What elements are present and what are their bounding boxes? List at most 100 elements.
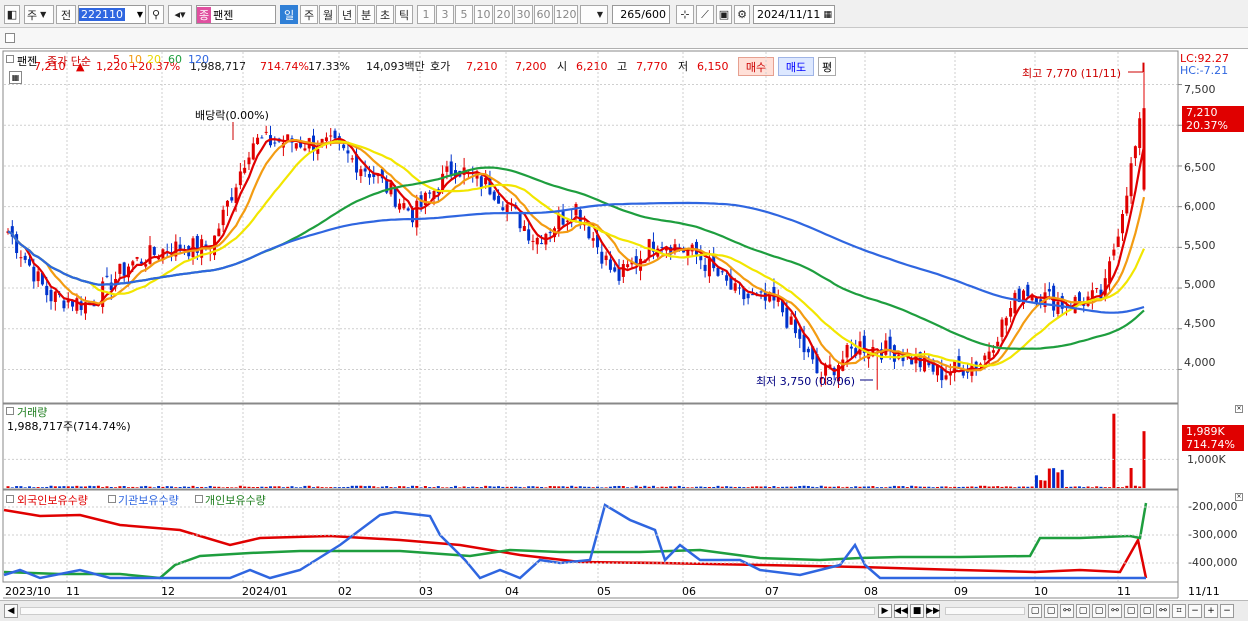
rewind-icon[interactable]: ◀◀ [894, 604, 908, 618]
volume-bar [651, 485, 655, 488]
market-select[interactable]: 주 ▼ [24, 5, 54, 24]
volume-bar [1133, 485, 1137, 488]
minus-icon[interactable]: − [1188, 604, 1202, 618]
volume-bar [393, 487, 397, 488]
interval-5[interactable]: 5 [455, 5, 473, 24]
date-input[interactable]: 2024/11/11 ▦ [753, 5, 835, 24]
candle-body [410, 209, 414, 223]
volume-bar [970, 486, 974, 488]
volume-bar [1030, 486, 1034, 488]
stock-name-field[interactable]: 종 팬젠 [196, 5, 276, 24]
scrollbar-track[interactable] [20, 607, 875, 615]
candle-body [367, 173, 371, 178]
plus-icon[interactable]: + [1204, 604, 1218, 618]
search-icon[interactable]: ⚲ [148, 5, 164, 24]
window-icon[interactable]: ▢ [1028, 604, 1042, 618]
candle-body [294, 143, 298, 149]
candle-body [415, 200, 419, 228]
volume-bar [281, 487, 285, 488]
period-year[interactable]: 년 [338, 5, 356, 24]
draw-line-icon[interactable]: ⟋ [696, 5, 714, 24]
link-icon[interactable]: ⚯ [1108, 604, 1122, 618]
volume-bar [888, 486, 892, 488]
volume-bar [316, 486, 320, 488]
volume-bar [410, 485, 414, 488]
window-icon[interactable]: ▢ [1124, 604, 1138, 618]
link-icon[interactable]: ⚯ [1156, 604, 1170, 618]
volume-bar [454, 485, 458, 488]
count-value: 265 [620, 8, 642, 21]
price-chart[interactable] [0, 50, 1248, 600]
volume-bar [772, 486, 776, 488]
interval-30[interactable]: 30 [514, 5, 533, 24]
interval-3[interactable]: 3 [436, 5, 454, 24]
window-icon[interactable]: ▢ [1140, 604, 1154, 618]
x-label-04: 04 [505, 585, 519, 598]
volume-bar [746, 487, 750, 488]
count-input[interactable]: 265/600 [612, 5, 670, 24]
candle-body [135, 257, 139, 259]
period-second[interactable]: 초 [376, 5, 394, 24]
stop-icon[interactable]: ■ [910, 604, 924, 618]
zoom-track[interactable] [945, 607, 1025, 615]
scroll-left-icon[interactable]: ◀ [4, 604, 18, 618]
scope-button[interactable]: 전 [56, 5, 76, 24]
candle-body [1138, 118, 1142, 148]
volume-bar [144, 485, 148, 488]
candle-body [324, 137, 328, 142]
candle-body [497, 195, 501, 204]
window-icon[interactable]: ▢ [1076, 604, 1090, 618]
link-icon[interactable]: ⚯ [1060, 604, 1074, 618]
period-tick[interactable]: 틱 [395, 5, 413, 24]
volume-bar [466, 487, 470, 488]
scroll-right-icon[interactable]: ▶ [878, 604, 892, 618]
volume-bar [359, 485, 363, 488]
code-input[interactable]: 222110 ▼ [78, 5, 146, 24]
volume-bar [798, 486, 802, 488]
window-icon[interactable]: ▢ [1044, 604, 1058, 618]
volume-bar [75, 485, 79, 488]
period-minute[interactable]: 분 [357, 5, 375, 24]
volume-bar [96, 485, 100, 488]
interval-1[interactable]: 1 [417, 5, 435, 24]
close-icon[interactable]: × [1235, 493, 1243, 501]
volume-bar [669, 486, 673, 488]
speaker-icon[interactable]: ◂▾ [168, 5, 192, 24]
volume-bar [901, 486, 905, 488]
interval-20[interactable]: 20 [494, 5, 513, 24]
window-icon[interactable]: ▢ [1092, 604, 1106, 618]
zoom-out-icon[interactable]: − [1220, 604, 1234, 618]
volume-bar [522, 487, 526, 488]
volume-bar [759, 486, 763, 488]
x-label-10: 10 [1034, 585, 1048, 598]
interval-120[interactable]: 120 [554, 5, 578, 24]
volume-bar [677, 485, 681, 488]
volume-bar [621, 486, 625, 488]
crosshair-icon[interactable]: ⊹ [676, 5, 694, 24]
table-icon[interactable]: ▦ [9, 71, 22, 84]
volume-bar [596, 486, 600, 488]
candle-body [131, 261, 135, 266]
period-week[interactable]: 주 [300, 5, 318, 24]
period-day[interactable]: 일 [280, 5, 298, 24]
window-icon[interactable]: ◧ [4, 5, 20, 24]
crop-icon[interactable]: ⌗ [1172, 604, 1186, 618]
volume-bar [1082, 487, 1086, 488]
close-icon[interactable]: × [1235, 405, 1243, 413]
volume-readout: 1,988,717주(714.74%) [7, 420, 131, 433]
interval-60[interactable]: 60 [534, 5, 553, 24]
holding-tick-200k: -200,000 [1188, 500, 1238, 513]
chevron-down-icon: ▼ [136, 10, 143, 19]
individual-holding-line [3, 502, 1148, 580]
volume-bar [484, 485, 488, 488]
period-month[interactable]: 월 [319, 5, 337, 24]
gear-icon[interactable]: ⚙ [734, 5, 750, 24]
interval-select[interactable]: ▼ [580, 5, 608, 24]
interval-10[interactable]: 10 [474, 5, 493, 24]
checkbox-icon[interactable] [5, 33, 15, 43]
chart-grid [4, 52, 1178, 582]
save-icon[interactable]: ▣ [716, 5, 732, 24]
candle-body [1009, 308, 1013, 317]
candle-body [557, 214, 561, 230]
fast-forward-icon[interactable]: ▶▶ [926, 604, 940, 618]
